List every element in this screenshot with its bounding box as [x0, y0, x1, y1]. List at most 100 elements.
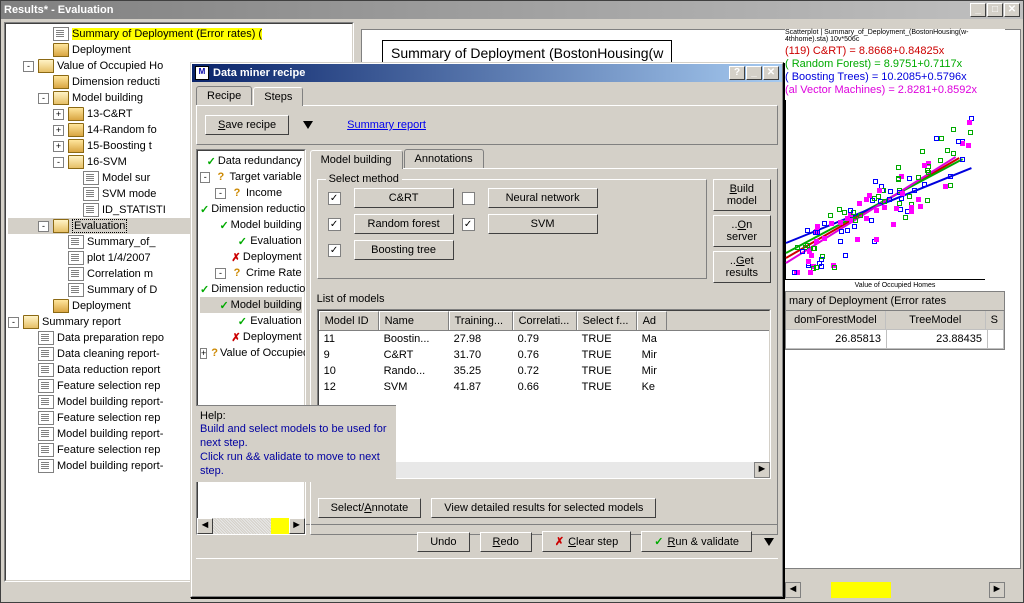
- dialog-minimize-button[interactable]: _: [746, 66, 762, 80]
- chart-title: Scatterplot | Summary_of_Deployment_(Bos…: [785, 29, 1005, 43]
- recipe-tree-item[interactable]: Model building: [200, 297, 302, 313]
- subtab-annotations[interactable]: Annotations: [404, 149, 484, 168]
- recipe-tree-item[interactable]: Deployment: [200, 329, 302, 345]
- tree-toggle[interactable]: +: [53, 109, 64, 120]
- column-header[interactable]: Name: [379, 311, 449, 330]
- get-results-button[interactable]: ..Get results: [713, 251, 771, 283]
- model-row[interactable]: 11Boostin...27.980.79TRUEMa: [319, 331, 769, 347]
- minimize-button[interactable]: _: [970, 3, 986, 17]
- view-detailed-button[interactable]: View detailed results for selected model…: [431, 498, 656, 518]
- check-icon: [200, 202, 209, 216]
- column-header[interactable]: Ad: [637, 311, 667, 330]
- tree-item[interactable]: Deployment: [8, 42, 350, 58]
- results-titlebar: Results* - Evaluation _ □ ✕: [1, 1, 1023, 19]
- xaxis-label: Value of Occupied Homes: [785, 282, 1005, 289]
- recipe-tree-item[interactable]: -Crime Rate: [200, 265, 302, 281]
- recipe-tree-item[interactable]: Data redundancy: [200, 153, 302, 169]
- select-annotate-button[interactable]: Select/Annotate: [318, 498, 422, 518]
- maximize-button[interactable]: □: [987, 3, 1003, 17]
- doc-icon: [68, 235, 84, 249]
- summary-report-link[interactable]: Summary report: [347, 119, 426, 131]
- model-row[interactable]: 10Rando...35.250.72TRUEMir: [319, 363, 769, 379]
- run-dropdown-arrow-icon[interactable]: [764, 538, 774, 546]
- bg-hscrollbar[interactable]: ◄ ►: [785, 582, 1005, 598]
- tab-steps[interactable]: Steps: [253, 87, 303, 106]
- save-recipe-button[interactable]: Save recipe: [205, 115, 289, 135]
- nn-checkbox[interactable]: [462, 192, 475, 205]
- recipe-item-label: Model building: [231, 299, 302, 311]
- recipe-tree-item[interactable]: Model building: [200, 217, 302, 233]
- bt-checkbox[interactable]: [328, 244, 341, 257]
- tree-label: Evaluation: [72, 219, 127, 233]
- folder-open-icon: [53, 219, 69, 233]
- tree-label: 13-C&RT: [87, 108, 133, 120]
- recipe-tree-item[interactable]: Dimension reduction: [200, 281, 302, 297]
- dialog-help-button[interactable]: ?: [729, 66, 745, 80]
- tree-toggle[interactable]: -: [8, 317, 19, 328]
- tree-toggle[interactable]: -: [215, 268, 226, 279]
- column-header[interactable]: Select f...: [577, 311, 637, 330]
- tree-toggle[interactable]: -: [53, 157, 64, 168]
- bt-button[interactable]: Boosting tree: [354, 240, 454, 260]
- tree-toggle[interactable]: -: [23, 61, 34, 72]
- folder-open-icon: [23, 315, 39, 329]
- cart-checkbox[interactable]: [328, 192, 341, 205]
- column-header[interactable]: Training...: [449, 311, 513, 330]
- tree-label: Model building: [72, 92, 143, 104]
- svm-checkbox[interactable]: [462, 218, 475, 231]
- rf-button[interactable]: Random forest: [354, 214, 454, 234]
- subtab-model-building[interactable]: Model building: [310, 150, 403, 169]
- tree-label: Data cleaning report-: [57, 348, 160, 360]
- check-icon: [237, 234, 249, 248]
- column-header[interactable]: Correlati...: [513, 311, 577, 330]
- tree-label: Summary report: [42, 316, 121, 328]
- tree-label: Data preparation repo: [57, 332, 164, 344]
- nn-button[interactable]: Neural network: [488, 188, 598, 208]
- recipe-tree-item[interactable]: +Value of Occupied Hom: [200, 345, 302, 361]
- dropdown-arrow-icon[interactable]: [303, 121, 313, 129]
- folder-icon: [68, 107, 84, 121]
- column-header[interactable]: Model ID: [319, 311, 379, 330]
- recipe-tree-item[interactable]: Dimension reduction: [200, 201, 302, 217]
- undo-button[interactable]: Undo: [417, 532, 469, 552]
- tree-toggle[interactable]: -: [38, 221, 49, 232]
- dialog-close-button[interactable]: ✕: [763, 66, 779, 80]
- tree-toggle[interactable]: +: [53, 125, 64, 136]
- recipe-tree-item[interactable]: Deployment: [200, 249, 302, 265]
- run-validate-button[interactable]: ✓Run & validate: [641, 531, 752, 552]
- model-row[interactable]: 9C&RT31.700.76TRUEMir: [319, 347, 769, 363]
- tree-toggle[interactable]: +: [53, 141, 64, 152]
- build-model-button[interactable]: Build model: [713, 179, 771, 211]
- tree-item[interactable]: Summary of Deployment (Error rates) (: [8, 26, 350, 42]
- redo-button[interactable]: Redo: [480, 532, 532, 552]
- close-button[interactable]: ✕: [1004, 3, 1020, 17]
- recipe-tree-item[interactable]: -Income: [200, 185, 302, 201]
- tab-recipe[interactable]: Recipe: [196, 86, 252, 105]
- recipe-tree-item[interactable]: Evaluation: [200, 233, 302, 249]
- clear-step-button[interactable]: ✗Clear step: [542, 531, 631, 552]
- tree-label: Feature selection rep: [57, 444, 160, 456]
- rf-checkbox[interactable]: [328, 218, 341, 231]
- results-title: Results* - Evaluation: [4, 4, 970, 16]
- tree-label: ID_STATISTI: [102, 204, 166, 216]
- recipe-tree-item[interactable]: -Target variable: [200, 169, 302, 185]
- tree-toggle[interactable]: -: [215, 188, 226, 199]
- recipe-item-label: Evaluation: [250, 235, 301, 247]
- tree-toggle[interactable]: -: [38, 93, 49, 104]
- tree-label: Model sur: [102, 172, 150, 184]
- recipe-item-label: Data redundancy: [218, 155, 302, 167]
- tree-toggle[interactable]: +: [200, 348, 207, 359]
- recipe-item-label: Dimension reduction: [211, 283, 305, 295]
- svm-button[interactable]: SVM: [488, 214, 598, 234]
- tree-label: Dimension reducti: [72, 76, 160, 88]
- check-icon: [219, 218, 228, 232]
- recipe-hscrollbar[interactable]: ◄ ►: [197, 518, 305, 534]
- tree-label: Model building report-: [57, 396, 163, 408]
- tree-label: Deployment: [72, 44, 131, 56]
- on-server-button[interactable]: ..On server: [713, 215, 771, 247]
- recipe-tree-item[interactable]: Evaluation: [200, 313, 302, 329]
- model-row[interactable]: 12SVM41.870.66TRUEKe: [319, 379, 769, 395]
- folder-open-icon: [38, 59, 54, 73]
- tree-toggle[interactable]: -: [200, 172, 210, 183]
- cart-button[interactable]: C&RT: [354, 188, 454, 208]
